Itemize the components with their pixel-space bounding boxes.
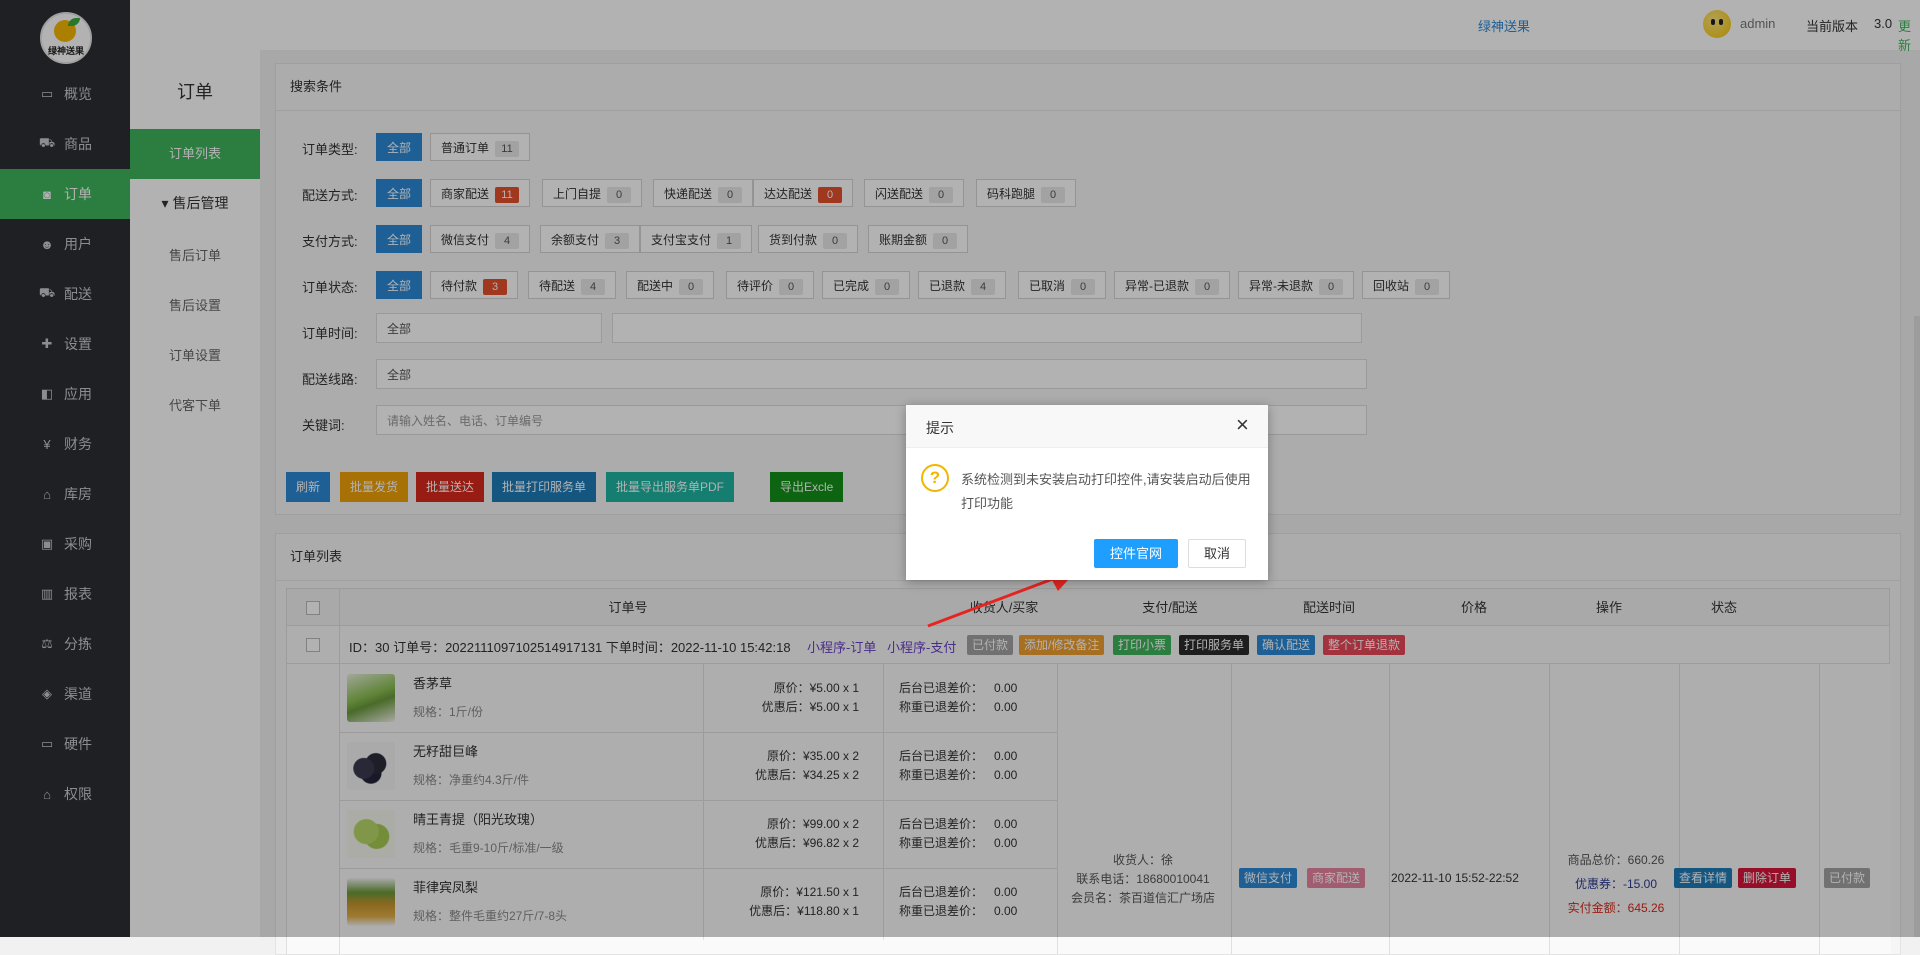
dialog-title: 提示 [926, 420, 954, 436]
dialog-message: 系统检测到未安装启动打印控件,请安装启动后使用打印功能 [961, 472, 1251, 511]
plugin-site-button[interactable]: 控件官网 [1094, 539, 1178, 568]
close-icon[interactable]: × [1236, 412, 1249, 438]
dialog-header: 提示 × [906, 405, 1268, 448]
question-icon: ? [921, 464, 949, 492]
cancel-button[interactable]: 取消 [1188, 539, 1246, 568]
alert-dialog: 提示 × ? 系统检测到未安装启动打印控件,请安装启动后使用打印功能 控件官网 … [906, 405, 1268, 580]
